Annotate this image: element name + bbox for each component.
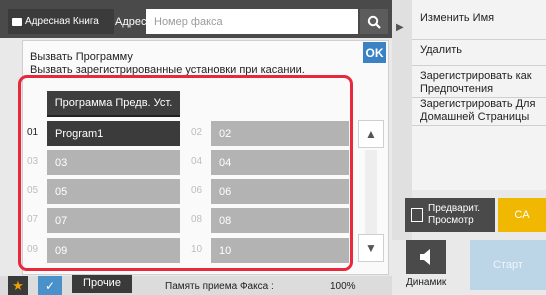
slot-number: 02 <box>191 127 203 138</box>
collapse-arrow-icon[interactable]: ▶ <box>396 22 404 33</box>
slot-number: 10 <box>191 244 203 255</box>
dialog-title: Вызвать Программу <box>30 51 133 63</box>
menu-register-home[interactable]: Зарегистрировать Для Домашней Страницы <box>412 98 546 126</box>
fax-number-input[interactable]: Номер факса <box>146 9 358 34</box>
check-icon[interactable]: ✓ <box>38 276 62 295</box>
program-slot[interactable]: 02 <box>211 121 349 146</box>
program-slot[interactable]: 06 <box>211 179 349 204</box>
ca-button[interactable]: CA <box>498 198 546 232</box>
tab-address-book[interactable]: Адресная Книга <box>8 9 114 34</box>
star-icon[interactable]: ★ <box>8 276 28 295</box>
program-slot[interactable]: 09 <box>47 238 180 263</box>
slot-number: 08 <box>191 214 203 225</box>
other-button[interactable]: Прочие <box>72 272 132 293</box>
action-menu: Изменить Имя Удалить Зарегистрировать ка… <box>412 0 546 190</box>
speaker-label: Динамик <box>406 277 447 288</box>
search-button[interactable] <box>360 9 388 34</box>
scroll-up-icon[interactable]: ▲ <box>358 120 384 148</box>
tab-address-book-label: Адресная Книга <box>25 16 99 27</box>
search-icon <box>367 15 381 29</box>
program-slot[interactable]: 04 <box>211 150 349 175</box>
program-slot[interactable]: Program1 <box>47 121 180 146</box>
speaker-icon <box>420 249 430 265</box>
program-slot[interactable]: 03 <box>47 150 180 175</box>
menu-delete[interactable]: Удалить <box>412 44 546 66</box>
ok-button[interactable]: OK <box>363 42 386 63</box>
program-slot[interactable]: 08 <box>211 208 349 233</box>
menu-register-favorite[interactable]: Зарегистрировать как Предпочтения <box>412 70 546 98</box>
slot-number: 03 <box>27 156 39 167</box>
address-book-icon <box>12 17 22 26</box>
slot-number: 09 <box>27 244 39 255</box>
start-button[interactable]: Старт <box>470 240 546 290</box>
fax-memory-value: 100% <box>330 281 356 292</box>
program-slot[interactable]: 05 <box>47 179 180 204</box>
fax-memory-label: Память приема Факса : <box>165 281 274 292</box>
program-slot[interactable]: 07 <box>47 208 180 233</box>
scrollbar-track[interactable] <box>365 150 377 234</box>
speaker-button[interactable] <box>406 240 446 274</box>
tab-address[interactable]: Адрес <box>115 9 147 34</box>
preview-icon <box>411 208 423 222</box>
program-preset-button[interactable]: Программа Предв. Уст. <box>47 91 180 117</box>
program-slot[interactable]: 10 <box>211 238 349 263</box>
menu-rename[interactable]: Изменить Имя <box>412 12 546 40</box>
preview-label: Предварит. Просмотр <box>428 203 481 226</box>
slot-number: 04 <box>191 156 203 167</box>
slot-number: 07 <box>27 214 39 225</box>
scroll-down-icon[interactable]: ▼ <box>358 234 384 262</box>
slot-number: 06 <box>191 185 203 196</box>
slot-number: 05 <box>27 185 39 196</box>
slot-number: 01 <box>27 127 39 138</box>
preview-button[interactable]: Предварит. Просмотр <box>405 198 495 232</box>
